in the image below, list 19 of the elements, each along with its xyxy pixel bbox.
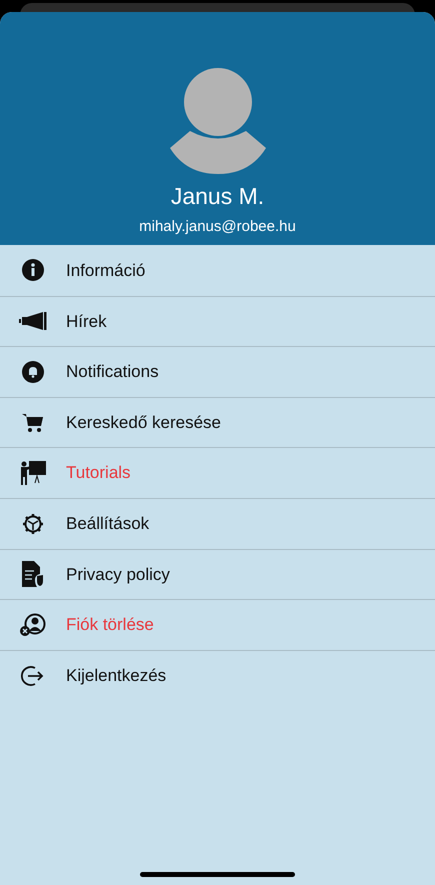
menu-item[interactable]: Privacy policy <box>0 548 435 600</box>
document-shield-icon <box>22 561 44 588</box>
menu-item[interactable]: Információ <box>0 245 435 296</box>
menu-item[interactable]: Kijelentkezés <box>0 650 435 700</box>
user-remove-icon <box>20 612 46 637</box>
user-name: Janus M. <box>170 182 264 210</box>
avatar-icon <box>170 68 266 174</box>
bell-icon <box>22 360 44 383</box>
gear-icon <box>22 512 44 535</box>
menu-item[interactable]: Hírek <box>0 296 435 346</box>
menu-item[interactable]: Beállítások <box>0 498 435 549</box>
user-email: mihaly.janus@robee.hu <box>139 217 296 237</box>
info-icon <box>22 259 44 282</box>
menu-item[interactable]: Kereskedő keresése <box>0 396 435 448</box>
menu-item[interactable]: Notifications <box>0 346 435 397</box>
logout-icon <box>21 664 45 687</box>
megaphone-icon <box>19 312 47 330</box>
cart-icon <box>22 412 44 433</box>
presenter-icon <box>20 461 46 486</box>
